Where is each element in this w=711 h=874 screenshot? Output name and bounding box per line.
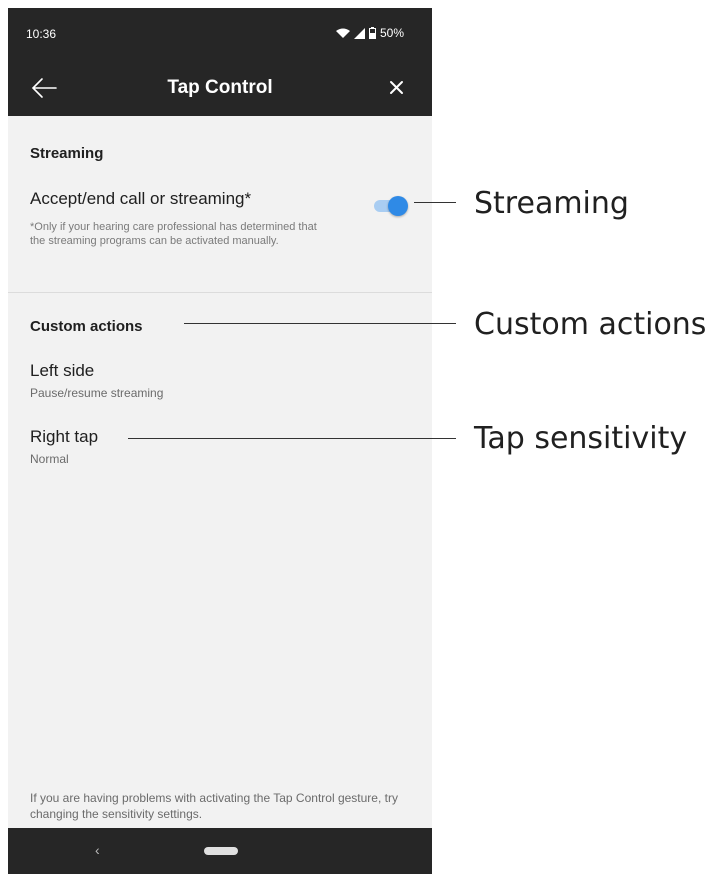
app-bar: Tap Control <box>8 60 432 116</box>
close-icon <box>390 81 403 94</box>
right-tap-title: Right tap <box>30 427 99 446</box>
custom-actions-section-header: Custom actions <box>30 318 143 335</box>
streaming-callout-label: Streaming <box>474 186 629 221</box>
wifi-icon <box>335 28 350 38</box>
phone-screen: 10:36 50% Tap Control Streaming Accept/e… <box>8 8 432 874</box>
nav-home-button[interactable] <box>204 847 238 855</box>
tap-sensitivity-callout-label: Tap sensitivity <box>474 421 688 456</box>
sensitivity-hint: If you are having problems with activati… <box>30 791 398 821</box>
tap-sensitivity-callout-line <box>128 438 456 439</box>
system-nav-bar: ‹ <box>8 828 432 874</box>
status-icons: 50% <box>335 26 404 40</box>
nav-back-button[interactable]: ‹ <box>95 842 100 858</box>
close-button[interactable] <box>386 75 408 99</box>
streaming-toggle[interactable] <box>372 194 412 218</box>
streaming-section-header: Streaming <box>30 145 104 162</box>
custom-actions-callout-line <box>184 323 456 324</box>
status-time: 10:36 <box>26 27 57 41</box>
battery-percent: 50% <box>379 26 404 40</box>
streaming-toggle-label: Accept/end call or streaming* <box>30 189 252 208</box>
battery-icon <box>368 27 376 39</box>
streaming-footnote: *Only if your hearing care professional … <box>30 221 317 247</box>
left-side-title: Left side <box>30 361 95 380</box>
left-side-subtitle: Pause/resume streaming <box>30 386 164 400</box>
status-bar: 10:36 50% <box>8 8 432 60</box>
streaming-callout-line <box>414 202 456 203</box>
page-title: Tap Control <box>167 77 273 98</box>
toggle-thumb <box>388 196 408 216</box>
right-tap-subtitle: Normal <box>30 452 69 466</box>
custom-actions-callout-label: Custom actions <box>474 307 707 342</box>
signal-icon <box>353 27 365 39</box>
section-divider <box>8 292 432 293</box>
